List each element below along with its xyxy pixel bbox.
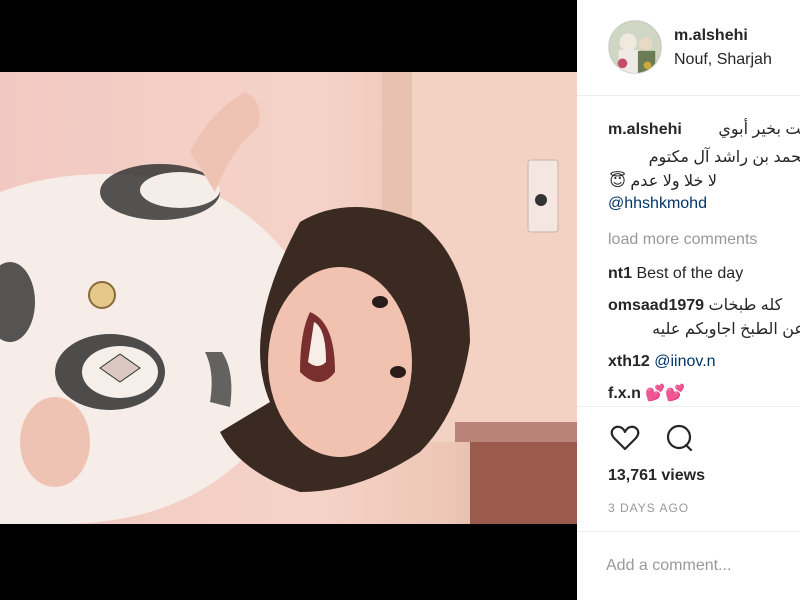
caption: m.alshehi أنت بخير أبوي محمد بن راشد آل … [608, 118, 800, 218]
comment-item: omsaad1979 كله طبخات [608, 294, 782, 318]
avatar[interactable] [608, 20, 662, 74]
divider [577, 406, 800, 407]
post-location[interactable]: Nouf, Sharjah [674, 51, 772, 69]
heart-icon[interactable] [608, 421, 642, 455]
post-header: m.alshehi Nouf, Sharjah [577, 0, 800, 96]
post-timestamp: 3 DAYS AGO [608, 501, 690, 515]
add-comment-input[interactable] [606, 552, 796, 580]
comment-username[interactable]: xth12 [608, 353, 650, 370]
caption-line-1: أنت بخير أبوي [718, 121, 800, 138]
divider [577, 531, 800, 532]
comment-username[interactable]: nt1 [608, 265, 632, 282]
post-side-panel: m.alshehi Nouf, Sharjah m.alshehi أنت بخ… [577, 0, 800, 600]
comment-item: nt1 Best of the day [608, 262, 743, 286]
caption-username[interactable]: m.alshehi [608, 118, 682, 142]
comment-icon[interactable] [662, 421, 696, 455]
caption-line-2: محمد بن راشد آل مكتوم [648, 149, 800, 166]
comment-text[interactable]: @iinov.n [654, 353, 715, 370]
comment-text: ل عن الطبخ اجاوبكم عليه [652, 321, 800, 338]
caption-mention[interactable]: @hhshkmohd [608, 192, 707, 216]
comment-username[interactable]: omsaad1979 [608, 297, 704, 314]
caption-line-3: لا خلا ولا عدم 😇 [609, 173, 717, 190]
view-count: 13,761 views [608, 467, 705, 484]
comment-text: Best of the day [636, 265, 744, 282]
comments-list: m.alshehi أنت بخير أبوي محمد بن راشد آل … [608, 118, 800, 408]
comment-username[interactable]: f.x.n [608, 385, 641, 402]
post-username[interactable]: m.alshehi [674, 27, 748, 45]
post-photo[interactable] [0, 72, 577, 524]
load-more-comments[interactable]: load more comments [608, 228, 757, 252]
comment-item: xth12 @iinov.n [608, 350, 716, 374]
comment-item: f.x.n 💕💕 [608, 382, 685, 406]
comment-text: 💕💕 [645, 385, 686, 402]
photo-illustration [0, 72, 577, 524]
comment-item: ل عن الطبخ اجاوبكم عليه [652, 318, 800, 342]
comment-text: كله طبخات [708, 297, 783, 314]
media-panel [0, 0, 577, 600]
